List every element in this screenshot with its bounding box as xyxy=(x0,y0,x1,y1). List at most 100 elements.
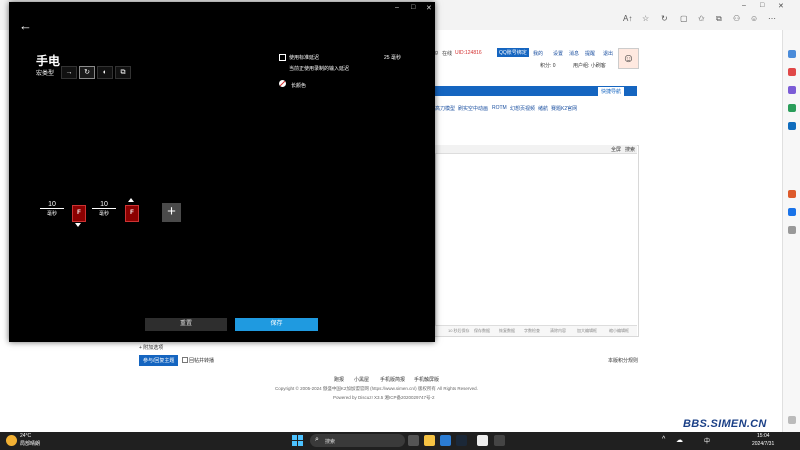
macro-title: 手电 xyxy=(36,54,61,68)
more-icon[interactable]: ⋯ xyxy=(768,14,776,23)
delay-block-2[interactable]: 10 毫秒 xyxy=(92,201,116,217)
clear-content-link[interactable]: 清除内容 xyxy=(550,328,566,334)
footer-link-3[interactable]: 手机版简报 xyxy=(380,376,405,383)
delay-unit-2: 毫秒 xyxy=(92,208,116,217)
favorites-icon[interactable]: ✩ xyxy=(698,14,705,23)
footer-link-4[interactable]: 手机触屏版 xyxy=(414,376,439,383)
std-delay-checkbox[interactable] xyxy=(279,54,286,61)
steam-app-icon[interactable] xyxy=(456,435,467,446)
weather-temp[interactable]: 24°C xyxy=(20,433,31,439)
weather-icon[interactable] xyxy=(6,435,17,446)
score-rules-link[interactable]: 本版积分规则 xyxy=(608,357,638,364)
games-icon[interactable]: ⚇ xyxy=(733,14,740,23)
dialog-minimize-button[interactable]: – xyxy=(395,4,399,11)
key-f-press[interactable]: F xyxy=(72,205,86,222)
key-f-release[interactable]: F xyxy=(125,205,139,222)
dialog-close-button[interactable]: ✕ xyxy=(426,4,432,12)
refresh-icon[interactable]: ↻ xyxy=(661,14,668,23)
taskbar-search-box[interactable]: ⌕ 搜索 xyxy=(310,434,405,447)
subnav-link-5[interactable]: 绪航 xyxy=(538,105,548,112)
start-windows-icon[interactable] xyxy=(292,435,303,446)
add-sidebar-icon[interactable] xyxy=(788,226,796,234)
link-messages[interactable]: 消息 xyxy=(569,50,579,57)
tray-chevron-icon[interactable]: ^ xyxy=(662,436,665,443)
collections-icon[interactable]: ⧉ xyxy=(716,14,722,24)
bing-icon[interactable] xyxy=(788,208,796,216)
file-explorer-icon[interactable] xyxy=(424,435,435,446)
read-aloud-icon[interactable]: A↑ xyxy=(623,14,632,23)
save-button[interactable]: 保存 xyxy=(235,318,318,331)
footer-link-1[interactable]: 跑报 xyxy=(334,376,344,383)
type-toggle-button[interactable]: ◐ xyxy=(97,66,113,79)
office-icon[interactable] xyxy=(788,190,796,198)
search-icon: ⌕ xyxy=(315,436,319,443)
subnav-link-6[interactable]: 赛题K2官网 xyxy=(551,105,577,112)
extra-options-toggle[interactable]: + 附加选项 xyxy=(139,344,163,351)
logitech-app-icon[interactable] xyxy=(494,435,505,446)
favorite-star-icon[interactable]: ☆ xyxy=(642,14,649,23)
subnav-link-4[interactable]: 幻想页视频 xyxy=(510,105,535,112)
subnav-link-3[interactable]: ROTM xyxy=(492,105,507,111)
usergroup-label[interactable]: 用户组: 小刷客 xyxy=(573,62,606,69)
extensions-icon[interactable]: ▢ xyxy=(680,14,688,23)
macro-type-label: 宏类型 xyxy=(36,71,55,77)
link-logout[interactable]: 退出 xyxy=(603,50,613,57)
link-settings[interactable]: 设置 xyxy=(553,50,563,57)
browser-minimize-button[interactable]: – xyxy=(742,2,746,9)
editor-fullscreen-link[interactable]: 全屏 xyxy=(611,146,621,153)
points-label[interactable]: 积分: 0 xyxy=(540,62,556,69)
type-repeat-button[interactable]: ↻ xyxy=(79,66,95,79)
link-notifications[interactable]: 提醒 xyxy=(585,50,595,57)
word-count-link[interactable]: 字数检查 xyxy=(524,328,540,334)
add-step-button[interactable]: + xyxy=(162,203,181,222)
browser-close-button[interactable]: ✕ xyxy=(778,2,784,10)
clock-time[interactable]: 15:04 xyxy=(757,433,770,439)
online-status: 在线 xyxy=(442,51,453,57)
subnav-link-1[interactable]: 高刀模型 xyxy=(435,105,455,112)
std-delay-note: 当前正使用录制的输入延迟 xyxy=(289,66,350,72)
type-sequence-button[interactable]: → xyxy=(61,66,77,79)
subnav-link-2[interactable]: 刷实空中动画 xyxy=(458,105,488,112)
reset-button[interactable]: 重置 xyxy=(145,318,227,331)
profile-icon[interactable]: ☺ xyxy=(750,14,758,23)
taskbar: 24°C 局部晴朗 ⌕ 搜索 ^ ☁ 中 15:04 2024/7/31 xyxy=(0,432,800,450)
std-delay-value[interactable]: 25 毫秒 xyxy=(384,54,401,61)
notify-checkbox[interactable] xyxy=(182,357,188,363)
link-mine[interactable]: 我的 xyxy=(533,50,543,57)
macro-app-icon[interactable] xyxy=(477,435,488,446)
tools-icon[interactable] xyxy=(788,86,796,94)
copilot-icon[interactable] xyxy=(788,50,796,58)
save-data-link[interactable]: 保存数据 xyxy=(474,328,490,334)
browser-maximize-button[interactable]: □ xyxy=(760,2,764,9)
enlarge-editor-link[interactable]: 加大编辑框 xyxy=(577,328,597,334)
games-side-icon[interactable] xyxy=(788,104,796,112)
key-down-arrow-icon xyxy=(75,223,81,227)
delay-value-1[interactable]: 10 xyxy=(40,201,64,208)
editor-search-link[interactable]: 搜索 xyxy=(625,146,635,153)
weather-desc[interactable]: 局部晴朗 xyxy=(20,440,40,447)
outlook-icon[interactable] xyxy=(788,122,796,130)
network-icon[interactable]: ☁ xyxy=(676,436,683,444)
reply-editor[interactable] xyxy=(435,145,639,337)
footer-link-2[interactable]: 小黑屋 xyxy=(354,376,369,383)
delay-block-1[interactable]: 10 毫秒 xyxy=(40,201,64,217)
back-arrow-icon[interactable]: ← xyxy=(19,18,32,33)
clock-date[interactable]: 2024/7/31 xyxy=(752,441,774,447)
submit-reply-button[interactable]: 参与/回复主题 xyxy=(139,355,179,366)
shrink-editor-link[interactable]: 缩小编辑框 xyxy=(609,328,629,334)
sidebar-settings-icon[interactable] xyxy=(788,416,796,424)
input-language[interactable]: 中 xyxy=(704,436,710,445)
restore-data-link[interactable]: 恢复数据 xyxy=(499,328,515,334)
type-hold-button[interactable]: ⧉ xyxy=(115,66,131,79)
delay-value-2[interactable]: 10 xyxy=(92,201,116,208)
quick-nav-button[interactable]: 快捷导航 xyxy=(598,87,625,96)
edge-app-icon[interactable] xyxy=(440,435,451,446)
shopping-icon[interactable] xyxy=(788,68,796,76)
user-avatar[interactable]: ☺ xyxy=(618,48,639,69)
macro-dialog: – □ ✕ ← 手电 宏类型 → ↻ ◐ ⧉ 使用标准延迟 25 毫秒 当前正使… xyxy=(9,2,435,342)
color-swatch-icon[interactable] xyxy=(279,80,286,87)
qq-bind-badge[interactable]: QQ账号绑定 xyxy=(497,48,529,57)
task-view-icon[interactable] xyxy=(408,435,419,446)
forum-username[interactable]: g xyxy=(435,50,438,56)
dialog-maximize-button[interactable]: □ xyxy=(411,4,415,11)
